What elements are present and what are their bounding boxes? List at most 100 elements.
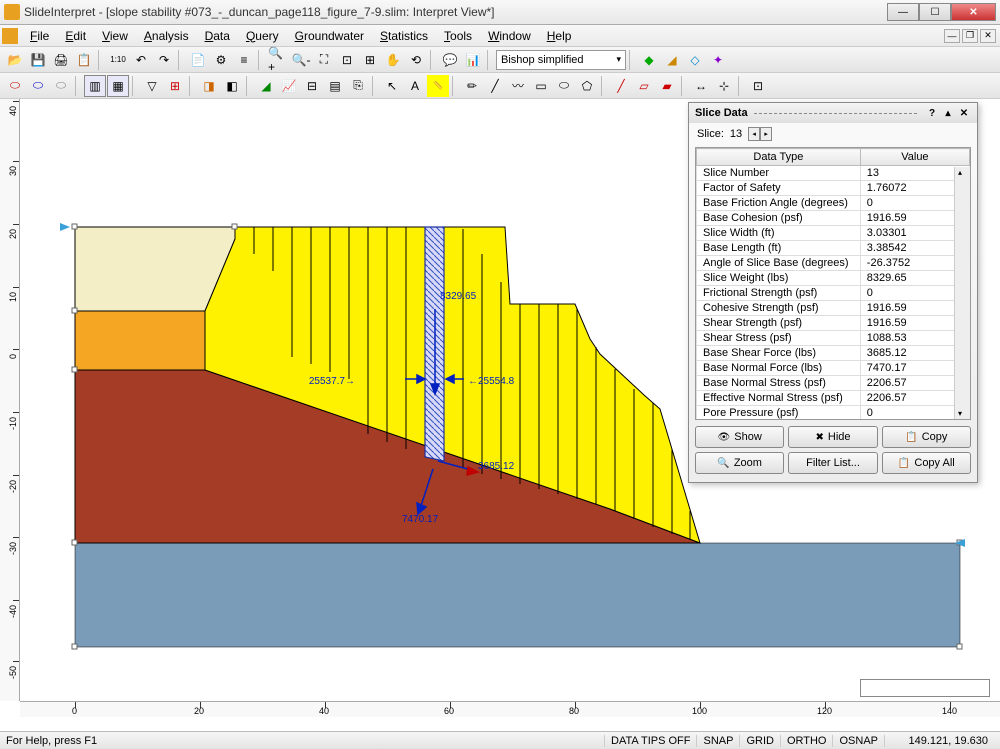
- filter-button[interactable]: Filter List...: [788, 452, 877, 474]
- menu-help[interactable]: Help: [539, 27, 580, 45]
- col-value[interactable]: Value: [860, 149, 969, 166]
- table-row[interactable]: Base Normal Stress (psf)2206.57: [697, 376, 970, 391]
- table-row[interactable]: Base Friction Angle (degrees)0: [697, 196, 970, 211]
- global-min-icon[interactable]: ⬭: [4, 75, 26, 97]
- table-row[interactable]: Base Length (ft)3.38542: [697, 241, 970, 256]
- zoom-window-icon[interactable]: ⛶: [313, 49, 335, 71]
- show-button[interactable]: 👁Show: [695, 426, 784, 448]
- rect-tool-icon[interactable]: ▭: [530, 75, 552, 97]
- chart-icon[interactable]: 📊: [462, 49, 484, 71]
- grid-icon[interactable]: ⊞: [164, 75, 186, 97]
- snap-options-icon[interactable]: ⊡: [747, 75, 769, 97]
- print-icon[interactable]: 🖨: [50, 49, 72, 71]
- show-data-icon[interactable]: ▤: [324, 75, 346, 97]
- data-tips-icon[interactable]: 💬: [439, 49, 461, 71]
- table-row[interactable]: Slice Weight (lbs)8329.65: [697, 271, 970, 286]
- table-row[interactable]: Effective Normal Stress (psf)2206.57: [697, 391, 970, 406]
- menu-query[interactable]: Query: [238, 27, 287, 45]
- display-options-icon[interactable]: ⚙: [210, 49, 232, 71]
- query-slice-icon[interactable]: ▦: [107, 75, 129, 97]
- slide-icon[interactable]: ◢: [661, 49, 683, 71]
- undo-icon[interactable]: ↶: [130, 49, 152, 71]
- minimize-button[interactable]: —: [887, 3, 919, 21]
- method-dropdown[interactable]: Bishop simplified: [496, 50, 626, 70]
- menu-groundwater[interactable]: Groundwater: [287, 27, 372, 45]
- polyline-tool-icon[interactable]: 〰: [507, 75, 529, 97]
- slice-data-panel[interactable]: Slice Data ? ▴ ✕ Slice: 13 ◂ ▸ Data Type…: [688, 102, 978, 483]
- format-fill-icon[interactable]: ▱: [633, 75, 655, 97]
- zoom-in-icon[interactable]: 🔍+: [267, 49, 289, 71]
- menu-file[interactable]: File: [22, 27, 57, 45]
- legend-icon[interactable]: ≡: [233, 49, 255, 71]
- slice-prev-button[interactable]: ◂: [748, 127, 760, 141]
- menu-statistics[interactable]: Statistics: [372, 27, 436, 45]
- status-snap[interactable]: SNAP: [696, 735, 739, 747]
- line-tool-icon[interactable]: ╱: [484, 75, 506, 97]
- model-icon[interactable]: ◆: [638, 49, 660, 71]
- probability-icon[interactable]: ◇: [684, 49, 706, 71]
- menu-data[interactable]: Data: [197, 27, 238, 45]
- status-ortho[interactable]: ORTHO: [780, 735, 833, 747]
- filter-icon[interactable]: ▽: [141, 75, 163, 97]
- table-row[interactable]: Shear Stress (psf)1088.53: [697, 331, 970, 346]
- col-datatype[interactable]: Data Type: [697, 149, 861, 166]
- panel-pin-icon[interactable]: ▴: [941, 106, 955, 120]
- copy-button[interactable]: 📋Copy: [882, 426, 971, 448]
- save-icon[interactable]: 💾: [27, 49, 49, 71]
- table-row[interactable]: Shear Strength (psf)1916.59: [697, 316, 970, 331]
- menu-view[interactable]: View: [94, 27, 136, 45]
- mdi-minimize[interactable]: —: [944, 29, 960, 43]
- table-row[interactable]: Frictional Strength (psf)0: [697, 286, 970, 301]
- copy-icon[interactable]: 📋: [73, 49, 95, 71]
- redo-icon[interactable]: ↷: [153, 49, 175, 71]
- measure-tool-icon[interactable]: 📏: [427, 75, 449, 97]
- slice-next-button[interactable]: ▸: [760, 127, 772, 141]
- status-grid[interactable]: GRID: [739, 735, 780, 747]
- format-fill2-icon[interactable]: ▰: [656, 75, 678, 97]
- zoom-all-icon[interactable]: ⊡: [336, 49, 358, 71]
- panel-close-icon[interactable]: ✕: [957, 106, 971, 120]
- scale-icon[interactable]: 1:10: [107, 49, 129, 71]
- show-slices-icon[interactable]: ▥: [84, 75, 106, 97]
- maximize-button[interactable]: ☐: [919, 3, 951, 21]
- table-row[interactable]: Angle of Slice Base (degrees)-26.3752: [697, 256, 970, 271]
- zoom-extents-icon[interactable]: ⊞: [359, 49, 381, 71]
- panel-help-icon[interactable]: ?: [925, 106, 939, 120]
- mdi-restore[interactable]: ❐: [962, 29, 978, 43]
- zoom-out-icon[interactable]: 🔍-: [290, 49, 312, 71]
- pencil-tool-icon[interactable]: ✏: [461, 75, 483, 97]
- table-row[interactable]: Base Cohesion (psf)1916.59: [697, 211, 970, 226]
- table-row[interactable]: Base Normal Force (lbs)7470.17: [697, 361, 970, 376]
- zoom-prev-icon[interactable]: ⟲: [405, 49, 427, 71]
- menu-window[interactable]: Window: [480, 27, 539, 45]
- safety-map-icon[interactable]: ◨: [198, 75, 220, 97]
- status-osnap[interactable]: OSNAP: [832, 735, 884, 747]
- table-row[interactable]: Slice Number13: [697, 166, 970, 181]
- command-input[interactable]: [860, 679, 990, 697]
- min-surfaces-icon[interactable]: ⬭: [27, 75, 49, 97]
- status-tips[interactable]: DATA TIPS OFF: [604, 735, 696, 747]
- table-row[interactable]: Slice Width (ft)3.03301: [697, 226, 970, 241]
- open-icon[interactable]: 📂: [4, 49, 26, 71]
- text-tool-icon[interactable]: A: [404, 75, 426, 97]
- table-scrollbar[interactable]: [954, 167, 970, 419]
- format-line-icon[interactable]: ╱: [610, 75, 632, 97]
- menu-tools[interactable]: Tools: [436, 27, 480, 45]
- ellipse-tool-icon[interactable]: ⬭: [553, 75, 575, 97]
- contour-icon[interactable]: ◧: [221, 75, 243, 97]
- table-row[interactable]: Base Shear Force (lbs)3685.12: [697, 346, 970, 361]
- close-button[interactable]: [951, 3, 996, 21]
- table-row[interactable]: Cohesive Strength (psf)1916.59: [697, 301, 970, 316]
- export-icon[interactable]: ⎘: [347, 75, 369, 97]
- table-row[interactable]: Pore Pressure (psf)0: [697, 406, 970, 420]
- show-values-icon[interactable]: ⊟: [301, 75, 323, 97]
- dimension-icon[interactable]: ↔: [690, 75, 712, 97]
- menu-edit[interactable]: Edit: [57, 27, 94, 45]
- menu-analysis[interactable]: Analysis: [136, 27, 197, 45]
- hide-button[interactable]: ✖Hide: [788, 426, 877, 448]
- sensitivity-icon[interactable]: ✦: [707, 49, 729, 71]
- pan-icon[interactable]: ✋: [382, 49, 404, 71]
- arrow-tool-icon[interactable]: ↖: [381, 75, 403, 97]
- poly-tool-icon[interactable]: ⬠: [576, 75, 598, 97]
- axes-icon[interactable]: ⊹: [713, 75, 735, 97]
